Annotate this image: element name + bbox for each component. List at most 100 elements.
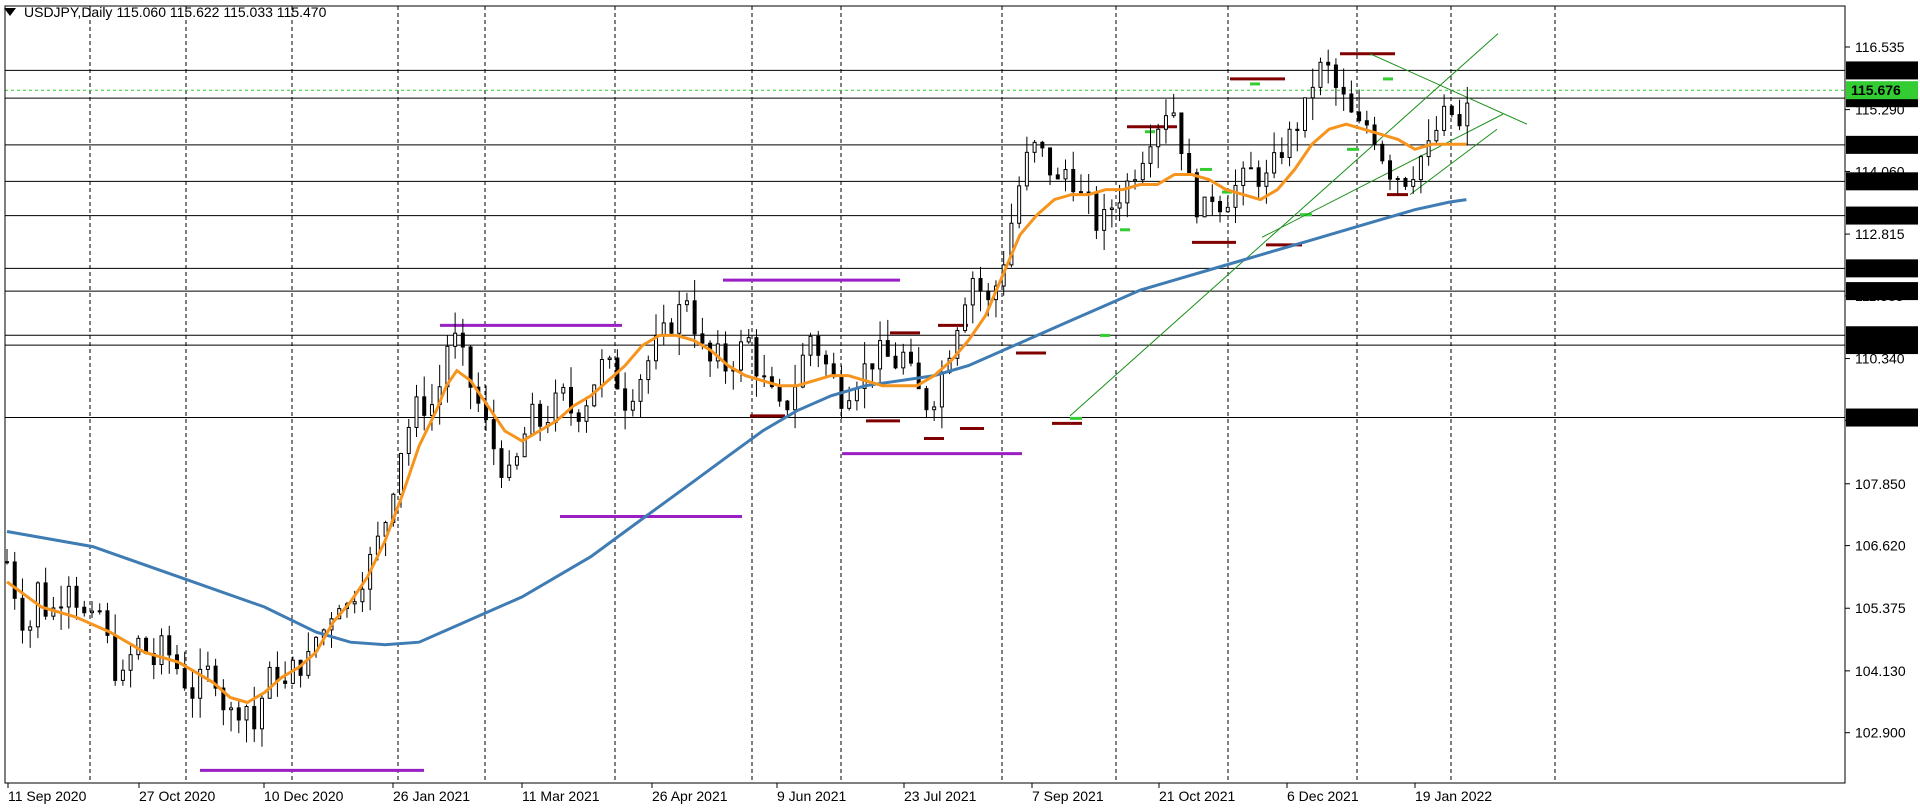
candle-body — [538, 403, 543, 427]
candle-body — [259, 697, 264, 730]
level-label: 113.183 — [1851, 208, 1901, 224]
candle-body — [1388, 160, 1393, 180]
x-tick-label: 11 Sep 2020 — [8, 788, 87, 804]
candle-body — [785, 400, 790, 411]
candle-body — [43, 582, 48, 617]
candle-body — [924, 388, 929, 411]
candle-body — [1109, 207, 1114, 211]
candle-body — [89, 610, 94, 614]
candle-body — [59, 606, 64, 609]
candle-body — [399, 452, 404, 495]
candle-body — [128, 654, 133, 671]
candle-body — [1218, 200, 1223, 213]
candle-body — [1187, 153, 1192, 174]
level-label: 109.167 — [1851, 410, 1902, 426]
candle-body — [190, 687, 195, 699]
candle-body — [1241, 167, 1246, 186]
y-tick-label: 104.130 — [1855, 663, 1906, 679]
candle-body — [182, 668, 187, 689]
candle-body — [229, 707, 234, 711]
candle-body — [1078, 191, 1083, 194]
candle-body — [684, 300, 689, 306]
candle-body — [97, 610, 102, 613]
candle-body — [1017, 185, 1022, 224]
candle-body — [1357, 111, 1362, 122]
candle-body — [978, 278, 983, 292]
candle-body — [661, 322, 666, 337]
candle-body — [739, 341, 743, 371]
level-label: 112.133 — [1851, 260, 1901, 276]
candle-body — [607, 357, 612, 361]
candle-body — [638, 379, 643, 402]
candle-body — [1310, 86, 1315, 99]
candle-body — [1434, 129, 1439, 142]
candle-body — [1117, 202, 1122, 209]
candle-body — [406, 426, 411, 454]
candle-body — [885, 340, 890, 357]
candle-body — [5, 561, 9, 564]
x-tick-label: 26 Apr 2021 — [652, 788, 728, 804]
candle-body — [1102, 209, 1107, 231]
candle-body — [692, 300, 697, 335]
candle-body — [793, 386, 798, 411]
candle-body — [28, 626, 33, 631]
y-tick-label: 112.815 — [1855, 226, 1905, 242]
chart-root: 11 Sep 2020 27 Oct 2020 10 Dec 2020 26 Jan … — [0, 0, 1920, 811]
candle-body — [677, 304, 682, 334]
candle-body — [491, 419, 496, 450]
candle-body — [1442, 105, 1447, 131]
candle-body — [1333, 64, 1338, 88]
candle-body — [1264, 172, 1269, 187]
candle-body — [1179, 112, 1184, 155]
x-tick-label: 11 Mar 2021 — [522, 788, 600, 804]
candle-body — [1055, 174, 1060, 180]
x-tick-label: 21 Oct 2021 — [1159, 788, 1235, 804]
candle-body — [1063, 169, 1068, 180]
candle-body — [113, 634, 118, 681]
candle-body — [283, 680, 288, 684]
candle-body — [1256, 167, 1261, 187]
candle-body — [1395, 178, 1400, 181]
candle-body — [167, 635, 172, 656]
price-chart[interactable]: 11 Sep 2020 27 Oct 2020 10 Dec 2020 26 Jan … — [0, 0, 1920, 811]
candle-body — [646, 360, 651, 381]
x-tick-label: 7 Sep 2021 — [1032, 788, 1104, 804]
dropdown-triangle-icon[interactable] — [4, 8, 16, 16]
candle-body — [120, 669, 125, 681]
candle-body — [530, 403, 535, 435]
ohlc-values: 115.060 115.622 115.033 115.470 — [116, 4, 327, 20]
candle-body — [1248, 167, 1253, 170]
candle-body — [1287, 128, 1292, 158]
candle-body — [66, 585, 71, 608]
candle-body — [1024, 151, 1029, 187]
candle-body — [630, 400, 635, 411]
candle-body — [623, 388, 628, 411]
x-tick-label: 9 Jun 2021 — [777, 788, 846, 804]
y-tick-label: 116.535 — [1855, 39, 1905, 55]
candle-body — [1163, 115, 1168, 130]
candle-body — [499, 448, 504, 478]
candle-body — [414, 396, 419, 428]
candle-body — [553, 392, 558, 424]
candle-body — [306, 650, 311, 676]
candle-body — [754, 337, 759, 377]
candle-body — [847, 400, 852, 409]
candle-body — [970, 278, 975, 306]
candle-body — [429, 404, 434, 416]
y-tick-label: 106.620 — [1855, 538, 1906, 554]
candle-body — [1040, 141, 1045, 149]
x-tick-label: 26 Jan 2021 — [393, 788, 470, 804]
candle-body — [1279, 152, 1284, 158]
candle-body — [1295, 128, 1300, 131]
candle-body — [1457, 114, 1462, 127]
candle-body — [82, 606, 87, 614]
candle-body — [1194, 172, 1199, 218]
level-label: 110.608 — [1851, 337, 1901, 353]
candle-body — [893, 355, 898, 369]
x-tick-label: 19 Jan 2022 — [1415, 788, 1492, 804]
candle-body — [762, 375, 767, 378]
candle-body — [1403, 178, 1408, 187]
x-tick-label: 6 Dec 2021 — [1287, 788, 1359, 804]
candle-body — [244, 706, 249, 721]
y-tick-label: 105.375 — [1855, 600, 1906, 616]
